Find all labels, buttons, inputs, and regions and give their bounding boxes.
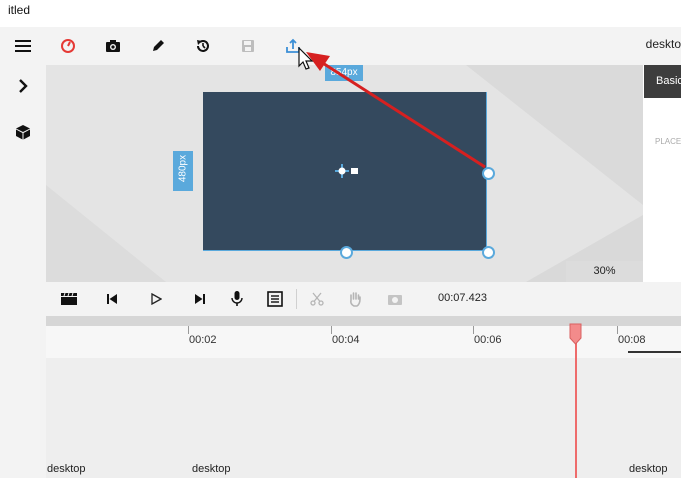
title-bar: itled <box>0 0 681 26</box>
clip-label: desktop <box>47 463 86 475</box>
edit-button[interactable] <box>145 33 171 59</box>
skip-back-button[interactable] <box>100 287 124 311</box>
divider <box>296 289 297 309</box>
timeline-scrollbar[interactable] <box>46 316 681 326</box>
menu-icon <box>15 40 31 52</box>
snapshot-button[interactable] <box>383 287 407 311</box>
skip-back-icon <box>107 294 117 304</box>
record-icon <box>61 39 75 53</box>
clip-label: desktop <box>192 463 231 475</box>
cut-button[interactable] <box>305 287 329 311</box>
screenshot-icon <box>106 40 120 52</box>
tick-label: 00:04 <box>332 334 360 346</box>
tab-basic[interactable]: Basic <box>644 65 681 98</box>
cube-icon <box>16 125 30 140</box>
panel-title: deskto <box>645 37 681 51</box>
chevron-right-icon <box>19 79 28 93</box>
pen-icon <box>153 40 164 51</box>
record-button[interactable] <box>55 33 81 59</box>
section-label: PLACE <box>655 137 681 146</box>
tick-label: 00:06 <box>474 334 502 346</box>
playhead-line <box>575 326 577 478</box>
left-sidebar <box>0 40 46 478</box>
skip-forward-button[interactable] <box>188 287 212 311</box>
screenshot-button[interactable] <box>100 33 126 59</box>
play-button[interactable] <box>144 287 168 311</box>
player-controls: 00:07.423 <box>46 282 681 316</box>
resize-handle-corner[interactable] <box>482 246 495 259</box>
properties-panel: Basic PLACE <box>643 65 681 282</box>
play-icon <box>151 293 162 305</box>
height-label: 480px <box>173 151 193 191</box>
history-icon <box>197 40 209 52</box>
expand-button[interactable] <box>10 73 36 99</box>
ruler-scale <box>628 351 681 353</box>
resize-handle-bottom[interactable] <box>340 246 353 259</box>
skip-forward-icon <box>195 294 205 304</box>
clip-button[interactable] <box>57 287 81 311</box>
captions-button[interactable] <box>263 287 287 311</box>
window-title: itled <box>8 3 31 17</box>
camera-icon <box>388 295 402 305</box>
assets-button[interactable] <box>10 119 36 145</box>
tick-label: 00:08 <box>618 334 646 346</box>
playhead-handle[interactable] <box>569 323 582 345</box>
save-button[interactable] <box>235 33 261 59</box>
clip-label: desktop <box>629 463 668 475</box>
timecode: 00:07.423 <box>438 292 487 304</box>
cursor-icon <box>298 47 314 70</box>
captions-icon <box>267 291 283 307</box>
save-icon <box>242 40 254 52</box>
timeline-ruler[interactable]: 00:02 00:04 00:06 00:08 <box>46 326 681 358</box>
microphone-button[interactable] <box>225 287 249 311</box>
zoom-level[interactable]: 30% <box>566 261 643 282</box>
timeline-track[interactable]: desktop desktop desktop <box>46 358 681 478</box>
microphone-icon <box>231 291 243 306</box>
height-label-text: 480px <box>177 154 189 183</box>
scissors-icon <box>310 292 324 306</box>
history-button[interactable] <box>190 33 216 59</box>
menu-button[interactable] <box>10 33 36 59</box>
tick-label: 00:02 <box>189 334 217 346</box>
pan-button[interactable] <box>343 287 367 311</box>
hand-icon <box>350 292 361 307</box>
clapper-icon <box>61 292 77 305</box>
